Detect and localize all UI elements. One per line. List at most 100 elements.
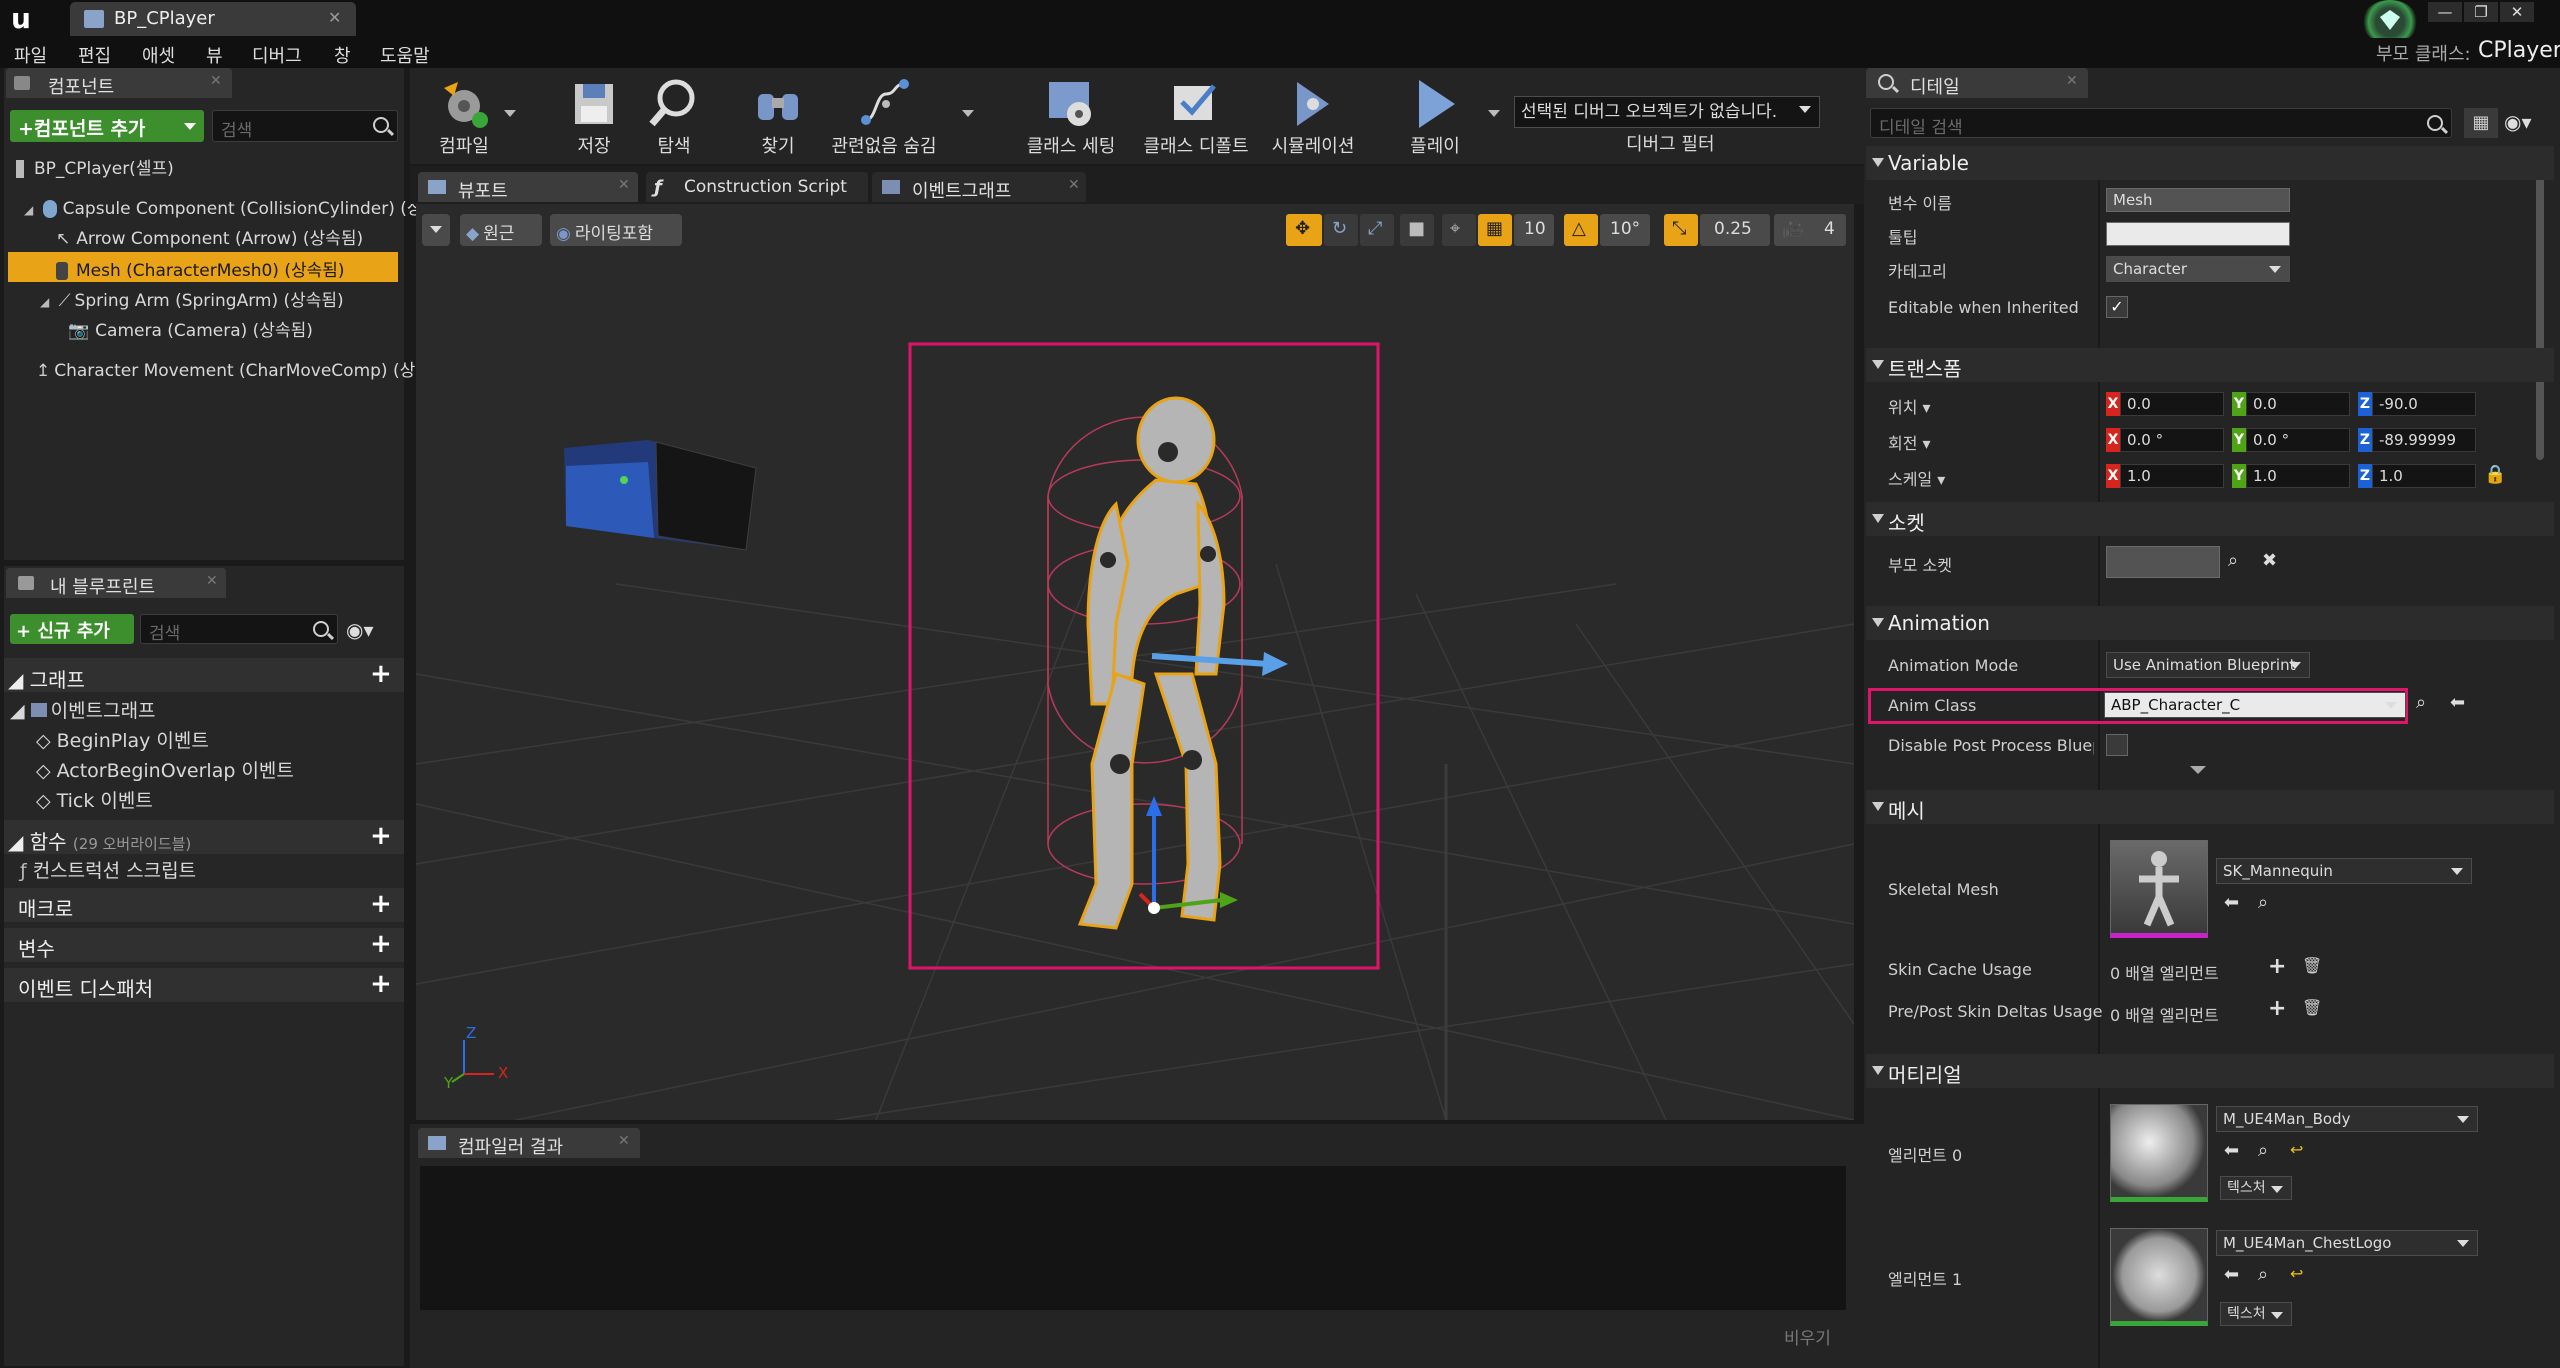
play-options-arrow-icon[interactable] (1488, 110, 1500, 117)
variable-section-header[interactable]: Variable (1866, 146, 2554, 180)
lit-mode-button[interactable]: ◉ 라이팅포함 (550, 214, 682, 246)
scale-label[interactable]: 스케일 ▾ (1888, 466, 1945, 490)
reset-to-default-icon[interactable]: ↩ (2290, 1264, 2303, 1283)
menu-edit[interactable]: 편집 (78, 42, 111, 68)
document-tab[interactable]: BP_CPlayer ✕ (70, 2, 356, 36)
location-z-input[interactable]: -90.0 (2372, 392, 2476, 416)
maximize-button[interactable]: ❐ (2464, 2, 2498, 22)
compile-options-arrow-icon[interactable] (504, 110, 516, 117)
add-component-button[interactable]: +컴포넌트 추가 (10, 110, 204, 142)
component-capsule[interactable]: ◢ Capsule Component (CollisionCylinder) … (24, 194, 423, 219)
add-variable-icon[interactable]: + (370, 931, 392, 957)
category-select[interactable]: Character (2106, 256, 2290, 282)
hide-unrelated-button[interactable]: 관련없음 숨김 (826, 70, 942, 162)
view-options-eye-icon[interactable]: ◉▾ (2504, 110, 2532, 134)
close-tab-icon[interactable]: ✕ (2066, 73, 2078, 89)
my-blueprint-tab[interactable]: 내 블루프린트 ✕ (6, 568, 226, 598)
grid-snap-value[interactable]: 10 (1514, 214, 1554, 246)
rotation-snap-toggle[interactable]: △ (1564, 214, 1598, 246)
minimize-button[interactable]: — (2428, 2, 2462, 22)
functions-override-count[interactable]: (29 오버라이드블) (73, 835, 191, 853)
trash-icon[interactable]: 🗑 (2302, 998, 2322, 1017)
scale-x-input[interactable]: 1.0 (2120, 464, 2224, 488)
menu-window[interactable]: 창 (334, 42, 351, 68)
tab-construction-script[interactable]: ƒ Construction Script (646, 172, 868, 202)
advanced-expand-icon[interactable] (2190, 766, 2206, 774)
skeletal-mesh-thumbnail[interactable] (2110, 840, 2208, 938)
expand-arrow-icon[interactable]: ◢ (40, 295, 49, 309)
event-item-overlap[interactable]: ◇ ActorBeginOverlap 이벤트 (36, 756, 294, 783)
anim-mode-select[interactable]: Use Animation Blueprint (2106, 652, 2310, 678)
class-settings-button[interactable]: 클래스 세팅 (1010, 70, 1132, 162)
rotation-z-input[interactable]: -89.99999 (2372, 428, 2476, 452)
menu-file[interactable]: 파일 (14, 42, 47, 68)
scale-z-input[interactable]: 1.0 (2372, 464, 2476, 488)
debug-object-select[interactable]: 선택된 디버그 오브젝트가 없습니다. (1514, 96, 1820, 128)
rotation-y-input[interactable]: 0.0 ° (2246, 428, 2350, 452)
components-search-input[interactable]: 검색 (212, 110, 398, 142)
save-button[interactable]: 저장 (554, 70, 634, 162)
use-selected-arrow-icon[interactable]: ⬅ (2224, 1264, 2239, 1285)
lock-icon[interactable]: 🔒 (2484, 464, 2506, 485)
hide-options-arrow-icon[interactable] (962, 110, 974, 117)
material1-texture-button[interactable]: 텍스처 (2220, 1302, 2292, 1326)
tab-event-graph[interactable]: 이벤트그래프 ✕ (872, 172, 1086, 202)
world-local-button[interactable]: ■ (1400, 214, 1434, 246)
use-selected-arrow-icon[interactable]: ⬅ (2224, 892, 2239, 913)
component-camera[interactable]: 📷 Camera (Camera) (상속됨) (68, 316, 313, 341)
close-tab-icon[interactable]: ✕ (1068, 177, 1080, 193)
material0-texture-button[interactable]: 텍스처 (2220, 1176, 2292, 1200)
simulation-button[interactable]: 시뮬레이션 (1260, 70, 1366, 162)
close-tab-icon[interactable]: ✕ (618, 1133, 630, 1149)
var-name-input[interactable]: Mesh (2106, 188, 2290, 212)
variables-section-header[interactable] (4, 928, 404, 962)
material0-select[interactable]: M_UE4Man_Body (2216, 1106, 2478, 1132)
camera-speed-button[interactable]: 🎥 4 (1774, 214, 1846, 246)
use-selected-arrow-icon[interactable]: ⬅ (2450, 692, 2465, 713)
menu-view[interactable]: 뷰 (206, 42, 223, 68)
tab-details[interactable]: 디테일 ✕ (1866, 68, 2088, 98)
editable-inherited-checkbox[interactable]: ✓ (2106, 296, 2128, 318)
component-root[interactable]: BP_CPlayer(셀프) (16, 154, 174, 179)
mesh-section-header[interactable]: 메시 (1866, 790, 2554, 824)
perspective-button[interactable]: ◆ 원근 (460, 214, 542, 246)
add-dispatcher-icon[interactable]: + (370, 971, 392, 997)
new-add-button[interactable]: + 신규 추가 (10, 614, 134, 644)
rotation-x-input[interactable]: 0.0 ° (2120, 428, 2224, 452)
parent-socket-input[interactable] (2106, 546, 2220, 578)
material-section-header[interactable]: 머티리얼 (1866, 1054, 2554, 1088)
event-item-tick[interactable]: ◇ Tick 이벤트 (36, 786, 153, 813)
rotate-mode-button[interactable]: ↻ (1324, 214, 1358, 246)
class-defaults-button[interactable]: 클래스 디폴트 (1134, 70, 1258, 162)
rotation-snap-value[interactable]: 10° (1600, 214, 1650, 246)
socket-section-header[interactable]: 소켓 (1866, 502, 2554, 536)
details-search-input[interactable]: 디테일 검색 (1870, 108, 2452, 138)
viewport-options-button[interactable] (422, 214, 450, 246)
close-tab-icon[interactable]: ✕ (210, 73, 222, 89)
components-tab[interactable]: 컴포넌트 ✕ (6, 68, 232, 98)
scale-snap-value[interactable]: 0.25 (1700, 214, 1770, 246)
reset-to-default-icon[interactable]: ↩ (2290, 1140, 2303, 1159)
scale-snap-toggle[interactable]: ⤡ (1664, 214, 1698, 246)
play-button[interactable]: 플레이 (1390, 70, 1480, 162)
close-tab-icon[interactable]: ✕ (206, 573, 218, 589)
surface-snap-button[interactable]: ⌖ (1442, 214, 1476, 246)
component-mesh[interactable]: Mesh (CharacterMesh0) (상속됨) (56, 256, 345, 281)
transform-section-header[interactable]: 트랜스폼 (1866, 348, 2554, 382)
add-function-icon[interactable]: + (370, 823, 392, 849)
add-element-icon[interactable]: + (2268, 996, 2286, 1021)
scale-y-input[interactable]: 1.0 (2246, 464, 2350, 488)
use-selected-arrow-icon[interactable]: ⬅ (2224, 1140, 2239, 1161)
browse-asset-icon[interactable]: ⌕ (2258, 1140, 2268, 1161)
skeletal-mesh-select[interactable]: SK_Mannequin (2216, 858, 2472, 884)
anim-class-select[interactable]: ABP_Character_C (2104, 692, 2406, 718)
translate-mode-button[interactable]: ✥ (1286, 214, 1322, 246)
socket-search-icon[interactable]: ⌕ (2228, 550, 2238, 571)
menu-debug[interactable]: 디버그 (252, 42, 302, 68)
location-x-input[interactable]: 0.0 (2120, 392, 2224, 416)
location-label[interactable]: 위치 ▾ (1888, 394, 1931, 418)
trash-icon[interactable]: 🗑 (2302, 956, 2322, 975)
clear-socket-icon[interactable]: ✖ (2262, 550, 2277, 571)
component-movement[interactable]: ↥ Character Movement (CharMoveComp) (상 (36, 356, 415, 381)
viewport[interactable]: Z X Y (416, 204, 1854, 1120)
